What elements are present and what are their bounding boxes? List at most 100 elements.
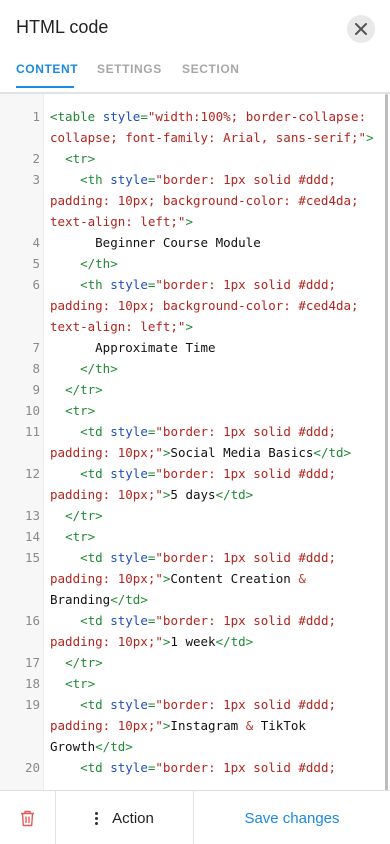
- panel-footer: Action Save changes: [0, 790, 390, 844]
- code-token: </tr>: [65, 508, 103, 523]
- code-token: Social Media Basics: [170, 445, 314, 460]
- code-token: </td>: [215, 487, 254, 502]
- line-number: 1: [32, 109, 40, 124]
- code-line: 19 <td style="border: 1px solid #ddd; pa…: [0, 694, 390, 757]
- code-text: <td style="border: 1px solid #ddd; paddi…: [44, 610, 390, 652]
- code-text: <td style="border: 1px solid #ddd; paddi…: [44, 547, 390, 610]
- code-line: 14 <tr>: [0, 526, 390, 547]
- action-menu-button[interactable]: Action: [56, 791, 194, 844]
- code-token: </td>: [110, 592, 148, 607]
- code-line: 13 </tr>: [0, 505, 390, 526]
- code-token: style: [110, 424, 148, 439]
- code-line: 11 <td style="border: 1px solid #ddd; pa…: [0, 421, 390, 463]
- code-token: >: [366, 130, 374, 145]
- code-token: <tr>: [65, 151, 96, 166]
- code-token: <th: [80, 172, 111, 187]
- tab-settings[interactable]: SETTINGS: [97, 62, 162, 76]
- panel-title: HTML code: [16, 17, 109, 37]
- code-text: </th>: [44, 253, 390, 274]
- code-text: </tr>: [44, 652, 390, 673]
- code-token: <td: [80, 613, 111, 628]
- code-text: <tr>: [44, 526, 390, 547]
- tab-section[interactable]: SECTION: [182, 62, 240, 76]
- code-text: <th style="border: 1px solid #ddd; paddi…: [44, 169, 390, 232]
- code-token: </td>: [95, 739, 133, 754]
- line-number: 20: [24, 760, 40, 775]
- code-token: 5 days: [170, 487, 216, 502]
- panel-header: HTML code: [0, 0, 390, 56]
- line-number: 7: [32, 340, 40, 355]
- code-text: <tr>: [44, 400, 390, 421]
- code-token: >: [185, 319, 193, 334]
- code-token: <td: [80, 550, 111, 565]
- code-token: Approximate Time: [50, 340, 216, 355]
- code-line: 10 <tr>: [0, 400, 390, 421]
- code-token: </tr>: [65, 382, 103, 397]
- line-number: 8: [32, 361, 40, 376]
- code-text: <td style="border: 1px solid #ddd; paddi…: [44, 463, 390, 505]
- code-line: 12 <td style="border: 1px solid #ddd; pa…: [0, 463, 390, 505]
- code-token: =: [140, 109, 148, 124]
- code-text: <td style="border: 1px solid #ddd; paddi…: [44, 421, 390, 463]
- active-tab-indicator: [16, 86, 74, 88]
- code-line: 8 </th>: [0, 358, 390, 379]
- line-number: 18: [24, 676, 40, 691]
- close-icon: [355, 23, 367, 35]
- code-text: <table style="width:100%; border-collaps…: [44, 106, 390, 148]
- close-button[interactable]: [347, 15, 375, 43]
- line-number: 4: [32, 235, 40, 250]
- code-token: </td>: [313, 445, 352, 460]
- tab-content[interactable]: CONTENT: [16, 62, 78, 76]
- code-token: style: [110, 613, 148, 628]
- code-token: style: [110, 277, 148, 292]
- editor-scrollbar[interactable]: [385, 94, 388, 790]
- code-line: 5 </th>: [0, 253, 390, 274]
- code-token: </tr>: [65, 655, 103, 670]
- trash-icon: [21, 810, 34, 826]
- code-token: style: [110, 172, 148, 187]
- code-line: 17 </tr>: [0, 652, 390, 673]
- line-number: 10: [24, 403, 40, 418]
- code-editor[interactable]: 1 <table style="width:100%; border-collap…: [0, 92, 390, 790]
- code-token: <tr>: [65, 403, 96, 418]
- code-line: 2 <tr>: [0, 148, 390, 169]
- code-line: 7 Approximate Time: [0, 337, 390, 358]
- code-token: <tr>: [65, 529, 96, 544]
- line-number: 13: [24, 508, 40, 523]
- code-line: 6 <th style="border: 1px solid #ddd; pad…: [0, 274, 390, 337]
- code-text: </tr>: [44, 379, 390, 400]
- code-line: 9 </tr>: [0, 379, 390, 400]
- more-vertical-icon: [95, 811, 99, 825]
- line-number: 16: [24, 613, 40, 628]
- delete-button[interactable]: [0, 791, 56, 844]
- code-text: <th style="border: 1px solid #ddd; paddi…: [44, 274, 390, 337]
- code-token: </th>: [80, 256, 118, 271]
- code-token: Content Creation: [170, 571, 299, 586]
- code-line: 16 <td style="border: 1px solid #ddd; pa…: [0, 610, 390, 652]
- code-token: >: [185, 214, 193, 229]
- action-label: Action: [112, 809, 154, 827]
- line-number: 9: [32, 382, 40, 397]
- code-token: Beginner Course Module: [50, 235, 261, 250]
- code-line: 1 <table style="width:100%; border-collap…: [0, 106, 390, 148]
- code-line: 20 <td style="border: 1px solid #ddd;: [0, 757, 390, 778]
- code-token: style: [110, 697, 148, 712]
- code-token: <table: [50, 109, 103, 124]
- code-line: 3 <th style="border: 1px solid #ddd; pad…: [0, 169, 390, 232]
- code-token: Instagram: [170, 718, 246, 733]
- code-token: </th>: [80, 361, 118, 376]
- save-changes-button[interactable]: Save changes: [194, 791, 390, 844]
